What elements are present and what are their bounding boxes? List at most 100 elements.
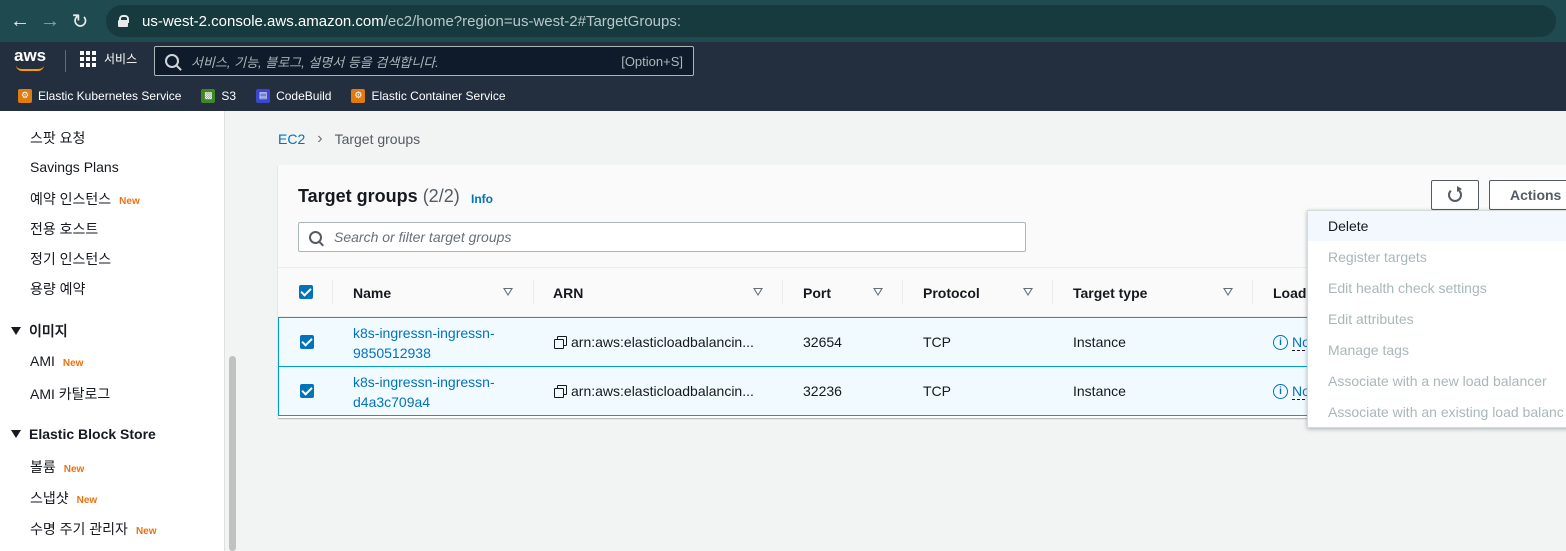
sidebar-item-scheduled-instances[interactable]: 정기 인스턴스 [30,249,111,269]
menu-item-delete[interactable]: Delete [1328,218,1368,234]
sidebar-item-label: 전용 호스트 [30,221,99,237]
console-search-input[interactable]: 서비스, 기능, 블로그, 설명서 등을 검색합니다. [Option+S] [154,46,694,76]
name-line: d4a3c709a4 [353,394,431,410]
breadcrumb-ec2[interactable]: EC2 [278,131,305,147]
column-header-name[interactable]: Name [353,268,391,317]
sidebar-section-images[interactable]: 이미지 [11,321,68,341]
aws-smile-icon [16,65,44,71]
address-bar[interactable]: us-west-2.console.aws.amazon.com/ec2/hom… [106,5,1556,37]
section-label: Elastic Block Store [29,426,156,442]
favorite-ecs[interactable]: ⚙ Elastic Container Service [351,88,506,103]
sort-icon[interactable] [1223,288,1233,296]
breadcrumb: EC2 › Target groups [278,130,420,148]
menu-item-associate-new-lb[interactable]: Associate with a new load balancer [1328,373,1547,389]
sidebar-item-capacity-reservations[interactable]: 용량 예약 [30,279,85,299]
column-header-arn[interactable]: ARN [553,268,583,317]
sidebar-item-spot-requests[interactable]: 스팟 요청 [30,128,85,148]
select-all-checkbox[interactable] [299,285,313,299]
sort-icon[interactable] [1023,288,1033,296]
protocol-value: TCP [923,334,951,350]
caret-down-icon [11,430,21,438]
port-value: 32654 [803,334,842,350]
sidebar-item-ami-catalog[interactable]: AMI 카탈로그 [30,384,110,404]
forward-arrow-icon[interactable]: → [35,6,65,36]
menu-item-register-targets[interactable]: Register targets [1328,249,1427,265]
search-icon [165,54,179,68]
row-checkbox[interactable] [300,335,314,349]
aws-logo[interactable]: aws [14,46,50,74]
selection-count: (2/2) [422,186,460,206]
eks-icon: ⚙ [18,88,32,103]
sidebar-item-snapshots[interactable]: 스냅샷 New [30,488,97,508]
column-divider [1252,280,1253,304]
sort-icon[interactable] [873,288,883,296]
column-divider [902,280,903,304]
column-divider [782,280,783,304]
s3-icon: ▩ [201,88,216,103]
favorite-label: S3 [221,88,237,103]
column-header-load-balancer[interactable]: Load [1273,268,1306,317]
info-icon: i [1273,335,1288,350]
copy-icon[interactable] [554,336,567,349]
sidebar-item-volumes[interactable]: 볼륨 New [30,457,84,477]
sidebar-item-label: 볼륨 [30,459,56,475]
sidebar-item-lifecycle-manager[interactable]: 수명 주기 관리자 New [30,519,157,539]
favorite-label: Elastic Kubernetes Service [38,88,182,103]
sidebar-section-ebs[interactable]: Elastic Block Store [11,426,156,442]
page-title: Target groups (2/2) [298,186,460,207]
sidebar-item-savings-plans[interactable]: Savings Plans [30,159,119,175]
sidebar-item-label: 용량 예약 [30,281,86,297]
sidebar-item-label: 수명 주기 관리자 [30,521,128,537]
back-arrow-icon[interactable]: ← [5,6,35,36]
sidebar-item-ami[interactable]: AMI New [30,353,83,369]
arn-value: arn:aws:elasticloadbalancin... [571,334,754,350]
favorite-s3[interactable]: ▩ S3 [201,88,237,103]
info-link[interactable]: Info [471,192,493,206]
menu-item-associate-existing-lb[interactable]: Associate with an existing load balanc [1328,404,1564,420]
new-badge: New [63,464,85,475]
arn-value: arn:aws:elasticloadbalancin... [571,383,754,399]
favorites-bar: ⚙ Elastic Kubernetes Service ▩ S3 ▤ Code… [0,80,1566,111]
actions-button[interactable]: Actions [1489,180,1566,210]
sidebar-scrollbar[interactable] [224,111,239,551]
target-group-name-link[interactable]: k8s-ingressn-ingressn- 9850512938 [353,323,495,363]
refresh-icon [1448,186,1462,202]
services-menu-button[interactable]: 서비스 [80,50,137,67]
search-placeholder: 서비스, 기능, 블로그, 설명서 등을 검색합니다. [191,54,439,70]
copy-icon[interactable] [554,385,567,398]
codebuild-icon: ▤ [256,88,271,103]
reload-icon[interactable]: ↻ [65,6,95,36]
actions-dropdown-menu: Delete Register targets Edit health chec… [1307,210,1566,428]
column-header-protocol[interactable]: Protocol [923,268,980,317]
sidebar-nav: 스팟 요청 Savings Plans 예약 인스턴스 New 전용 호스트 정기… [0,111,224,551]
filter-placeholder: Search or filter target groups [334,229,512,245]
favorite-codebuild[interactable]: ▤ CodeBuild [256,88,331,103]
sort-icon[interactable] [753,288,763,296]
sidebar-item-dedicated-hosts[interactable]: 전용 호스트 [30,219,98,239]
favorite-eks[interactable]: ⚙ Elastic Kubernetes Service [18,88,182,103]
refresh-button[interactable] [1431,180,1479,210]
new-badge: New [119,196,140,207]
column-header-port[interactable]: Port [803,268,831,317]
sidebar-item-reserved-instances[interactable]: 예약 인스턴스 New [30,189,140,209]
url-host: us-west-2.console.aws.amazon.com [142,12,384,30]
column-divider [332,280,333,304]
menu-item-edit-health-check[interactable]: Edit health check settings [1328,280,1487,296]
menu-item-edit-attributes[interactable]: Edit attributes [1328,311,1414,327]
name-line: k8s-ingressn-ingressn- [353,374,495,390]
aws-logo-text: aws [14,46,47,65]
protocol-value: TCP [923,383,951,399]
chevron-right-icon: › [317,130,323,147]
filter-input[interactable]: Search or filter target groups [298,222,1026,252]
row-checkbox[interactable] [300,384,314,398]
menu-item-manage-tags[interactable]: Manage tags [1328,342,1409,358]
scrollbar-thumb[interactable] [229,356,236,551]
ecs-icon: ⚙ [351,88,366,103]
column-header-target-type[interactable]: Target type [1073,268,1147,317]
target-group-name-link[interactable]: k8s-ingressn-ingressn-d4a3c709a4 [353,372,495,412]
search-shortcut: [Option+S] [621,53,683,69]
name-line: k8s-ingressn-ingressn- [353,325,495,341]
sort-icon[interactable] [503,288,513,296]
services-label: 서비스 [104,52,138,66]
caret-down-icon [11,327,21,335]
